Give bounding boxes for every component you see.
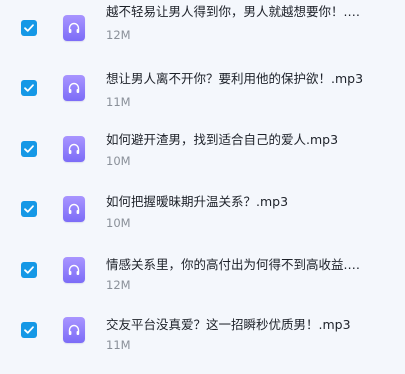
file-size: 12M	[106, 28, 131, 42]
file-name[interactable]: 想让男人离不开你？要利用他的保护欲！.mp3	[106, 70, 366, 88]
file-row[interactable]: 交友平台没真爱？这一招瞬秒优质男！.mp3 11M	[0, 302, 405, 362]
file-size: 10M	[106, 154, 131, 168]
audio-file-icon	[63, 196, 85, 222]
checkbox-checked-icon[interactable]	[21, 262, 37, 278]
checkbox-checked-icon[interactable]	[21, 20, 37, 36]
file-name[interactable]: 如何避开渣男，找到适合自己的爱人.mp3	[106, 131, 366, 149]
file-name[interactable]: 情感关系里，你的高付出为何得不到高收益.mp3	[106, 256, 366, 274]
file-row[interactable]: 情感关系里，你的高付出为何得不到高收益.mp3 12M	[0, 242, 405, 302]
audio-file-icon	[63, 15, 85, 41]
file-list: 越不轻易让男人得到你，男人就越想要你！.mp3 12M 想让男人离不开你？要利用…	[0, 0, 405, 374]
audio-file-icon	[63, 75, 85, 101]
checkbox-checked-icon[interactable]	[21, 322, 37, 338]
file-name[interactable]: 交友平台没真爱？这一招瞬秒优质男！.mp3	[106, 316, 366, 334]
audio-file-icon	[63, 136, 85, 162]
audio-file-icon	[63, 257, 85, 283]
file-row[interactable]: 想让男人离不开你？要利用他的保护欲！.mp3 11M	[0, 60, 405, 120]
audio-file-icon	[63, 317, 85, 343]
checkbox-checked-icon[interactable]	[21, 80, 37, 96]
file-size: 11M	[106, 95, 131, 109]
file-row[interactable]: 越不轻易让男人得到你，男人就越想要你！.mp3 12M	[0, 0, 405, 60]
checkbox-checked-icon[interactable]	[21, 201, 37, 217]
file-size: 12M	[106, 278, 131, 292]
file-name[interactable]: 如何把握暧昧期升温关系？.mp3	[106, 193, 366, 211]
file-size: 10M	[106, 216, 131, 230]
file-size: 11M	[106, 338, 131, 352]
file-row[interactable]: 如何把握暧昧期升温关系？.mp3 10M	[0, 181, 405, 241]
checkbox-checked-icon[interactable]	[21, 141, 37, 157]
file-row[interactable]: 如何避开渣男，找到适合自己的爱人.mp3 10M	[0, 121, 405, 181]
file-name[interactable]: 越不轻易让男人得到你，男人就越想要你！.mp3	[106, 3, 366, 21]
